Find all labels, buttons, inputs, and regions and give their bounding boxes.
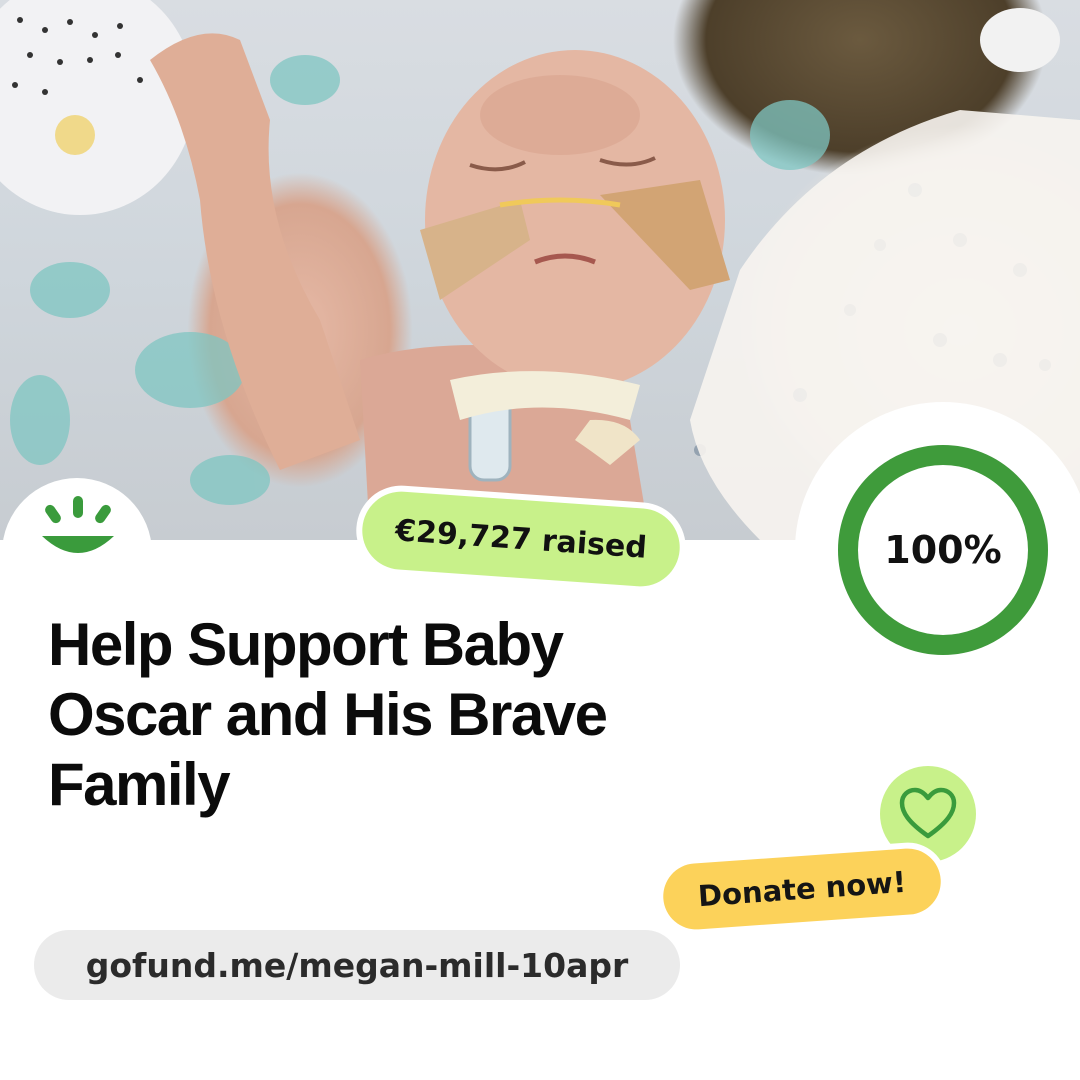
campaign-title: Help Support Baby Oscar and His Brave Fa… xyxy=(48,612,688,822)
title-line: Help Support Baby xyxy=(48,611,564,678)
title-line: Oscar and His Brave xyxy=(48,681,608,748)
brand-logo xyxy=(2,478,152,628)
title-line: Family xyxy=(48,751,231,818)
progress-ring: 100% xyxy=(795,402,1080,698)
fundraiser-card: €29,727 raised 100% Help Support Baby Os… xyxy=(0,0,1080,1080)
campaign-url-link[interactable]: gofund.me/megan-mill-10apr xyxy=(34,930,680,1000)
gofundme-sun-logo-icon xyxy=(42,496,114,553)
heart-icon xyxy=(899,787,957,839)
amount-raised-label: €29,727 raised xyxy=(359,489,683,589)
donate-now-label: Donate now! xyxy=(661,846,943,932)
progress-percent-label: 100% xyxy=(884,528,1002,572)
